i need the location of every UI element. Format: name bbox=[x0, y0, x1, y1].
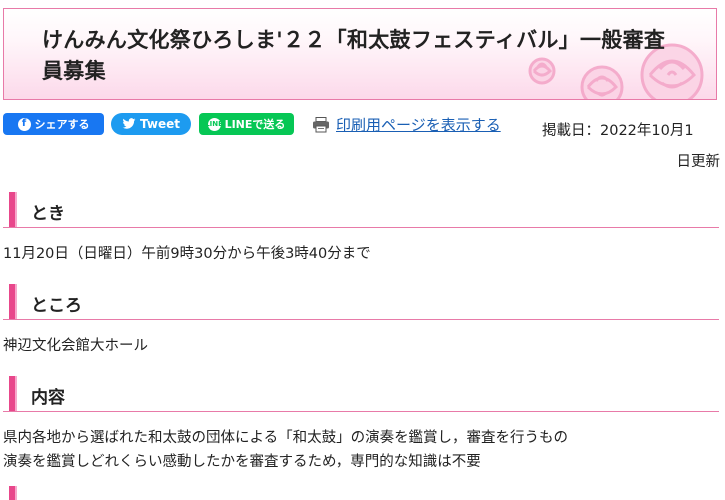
twitter-tweet-button[interactable]: Tweet bbox=[111, 113, 191, 135]
print-page-link[interactable]: 印刷用ページを表示する bbox=[312, 114, 501, 135]
content-text-line2: 演奏を鑑賞しどれくらい感動したかを審査するため，専門的な知識は不要 bbox=[3, 454, 481, 470]
section-heading-label: 内容 bbox=[31, 388, 65, 408]
section-body-content: 県内各地から選ばれた和太鼓の団体による「和太鼓」の演奏を鑑賞し，審査を行うもの … bbox=[3, 426, 719, 474]
section-heading-label: ところ bbox=[31, 296, 82, 316]
line-send-label: LINEで送る bbox=[224, 118, 286, 131]
section-heading-where: ところ bbox=[3, 284, 719, 320]
content-text-line1: 県内各地から選ばれた和太鼓の団体による「和太鼓」の演奏を鑑賞し，審査を行うもの bbox=[3, 430, 569, 446]
twitter-tweet-label: Tweet bbox=[140, 117, 180, 131]
section-body-where: 神辺文化会館大ホール bbox=[3, 334, 719, 358]
facebook-icon: f bbox=[17, 117, 31, 131]
heading-accent-bar bbox=[9, 284, 17, 319]
where-text: 神辺文化会館大ホール bbox=[3, 338, 148, 354]
heading-accent-bar bbox=[9, 376, 17, 411]
heading-accent-bar bbox=[9, 192, 17, 227]
section-body-when: 11月20日（日曜日）午前9時30分から午後3時40分まで bbox=[3, 242, 719, 266]
section-heading-when: とき bbox=[3, 192, 719, 228]
published-date-line2: 日更新 bbox=[676, 154, 721, 170]
next-section-accent-bar bbox=[9, 486, 17, 500]
when-text: 11月20日（日曜日）午前9時30分から午後3時40分まで bbox=[3, 246, 371, 262]
facebook-share-label: シェアする bbox=[34, 118, 90, 131]
print-link-text[interactable]: 印刷用ページを表示する bbox=[336, 114, 501, 135]
published-date-line1: 掲載日：2022年10月1 bbox=[542, 123, 694, 139]
section-heading-content: 内容 bbox=[3, 376, 719, 412]
line-icon: LINE bbox=[205, 117, 223, 131]
published-date: 掲載日：2022年10月1 日更新 bbox=[542, 116, 722, 178]
page-title-box: けんみん文化祭ひろしま'２２「和太鼓フェスティバル」一般審査員募集 bbox=[3, 8, 717, 100]
section-heading-label: とき bbox=[31, 204, 65, 224]
line-send-button[interactable]: LINE LINEで送る bbox=[199, 113, 294, 135]
twitter-bird-icon bbox=[122, 118, 136, 129]
printer-icon bbox=[313, 116, 329, 132]
page-title: けんみん文化祭ひろしま'２２「和太鼓フェスティバル」一般審査員募集 bbox=[42, 28, 666, 83]
facebook-share-button[interactable]: f シェアする bbox=[3, 113, 104, 135]
